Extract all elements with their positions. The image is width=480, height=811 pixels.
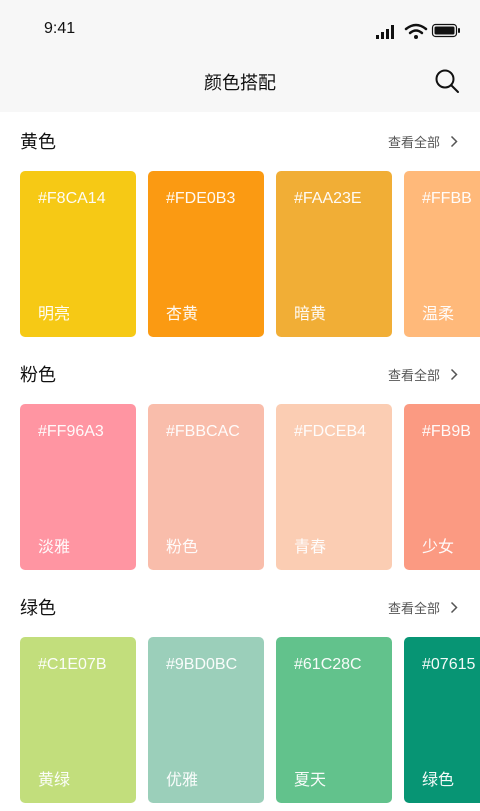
section-header: 黄色 查看全部 (0, 128, 480, 158)
signal-icon (376, 25, 394, 39)
color-name: 暗黄 (294, 304, 327, 323)
color-card[interactable]: #07615 绿色 (404, 637, 480, 803)
search-icon (435, 69, 459, 93)
section-header: 绿色 查看全部 (0, 594, 480, 624)
battery-icon (431, 23, 460, 38)
color-card[interactable]: #FFBB 温柔 (404, 171, 480, 337)
color-hex: #FBBCAC (166, 423, 240, 440)
color-name: 优雅 (166, 770, 199, 789)
color-card[interactable]: #C1E07B 黄绿 (20, 637, 136, 803)
color-card[interactable]: #9BD0BC 优雅 (148, 637, 264, 803)
color-name: 杏黄 (166, 304, 199, 323)
color-card-list: #C1E07B 黄绿 #9BD0BC 优雅 #61C28C 夏天 #07615 … (20, 637, 480, 805)
color-hex: #FF96A3 (38, 423, 104, 440)
color-name: 青春 (294, 537, 327, 556)
color-hex: #61C28C (294, 656, 362, 673)
color-hex: #9BD0BC (166, 656, 238, 673)
color-card-list: #FF96A3 淡雅 #FBBCAC 粉色 #FDCEB4 青春 #FB9B 少… (20, 404, 480, 572)
color-card-list: #F8CA14 明亮 #FDE0B3 杏黄 #FAA23E 暗黄 #FFBB 温… (20, 171, 480, 339)
section-pink: 粉色 查看全部 #FF96A3 淡雅 #FBBCAC 粉色 #FDCEB4 青春 (0, 345, 480, 578)
search-button[interactable] (434, 68, 460, 94)
status-icons (362, 20, 462, 42)
color-card[interactable]: #FF96A3 淡雅 (20, 404, 136, 570)
color-card[interactable]: #F8CA14 明亮 (20, 171, 136, 337)
status-time: 9:41 (44, 20, 76, 37)
color-hex: #FFBB (422, 190, 472, 207)
status-bar: 9:41 (0, 0, 480, 60)
color-card[interactable]: #FB9B 少女 (404, 404, 480, 570)
color-hex: #FB9B (422, 423, 471, 440)
wifi-icon (404, 23, 428, 39)
color-card[interactable]: #FAA23E 暗黄 (276, 171, 392, 337)
color-name: 少女 (422, 537, 455, 556)
color-hex: #C1E07B (38, 656, 107, 673)
color-hex: #FDE0B3 (166, 190, 236, 207)
color-card[interactable]: #FDCEB4 青春 (276, 404, 392, 570)
section-title: 绿色 (20, 598, 56, 619)
chevron-right-icon (450, 368, 458, 381)
view-all-link[interactable]: 查看全部 (388, 365, 458, 384)
view-all-label: 查看全部 (387, 602, 440, 617)
section-header: 粉色 查看全部 (0, 361, 480, 391)
view-all-label: 查看全部 (387, 136, 440, 151)
color-name: 夏天 (294, 770, 327, 789)
page-title: 颜色搭配 (204, 73, 276, 94)
color-sections: 黄色 查看全部 #F8CA14 明亮 #FDE0B3 杏黄 #FAA23E 暗黄 (0, 112, 480, 811)
view-all-label: 查看全部 (387, 369, 440, 384)
color-hex: #07615 (422, 656, 476, 673)
nav-bar: 颜色搭配 (0, 60, 480, 112)
color-hex: #FAA23E (294, 190, 362, 207)
section-yellow: 黄色 查看全部 #F8CA14 明亮 #FDE0B3 杏黄 #FAA23E 暗黄 (0, 112, 480, 345)
color-name: 粉色 (166, 537, 199, 556)
color-hex: #F8CA14 (38, 190, 106, 207)
color-name: 绿色 (422, 770, 455, 789)
chevron-right-icon (450, 601, 458, 614)
section-title: 粉色 (20, 365, 56, 386)
section-title: 黄色 (20, 132, 56, 153)
color-name: 明亮 (38, 304, 71, 323)
color-card[interactable]: #FBBCAC 粉色 (148, 404, 264, 570)
color-hex: #FDCEB4 (294, 423, 367, 440)
view-all-link[interactable]: 查看全部 (388, 132, 458, 151)
color-card[interactable]: #FDE0B3 杏黄 (148, 171, 264, 337)
color-name: 黄绿 (38, 770, 71, 789)
color-card[interactable]: #61C28C 夏天 (276, 637, 392, 803)
section-green: 绿色 查看全部 #C1E07B 黄绿 #9BD0BC 优雅 #61C28C 夏天 (0, 578, 480, 811)
color-name: 温柔 (422, 304, 455, 323)
view-all-link[interactable]: 查看全部 (388, 598, 458, 617)
color-name: 淡雅 (38, 537, 71, 556)
chevron-right-icon (450, 135, 458, 148)
